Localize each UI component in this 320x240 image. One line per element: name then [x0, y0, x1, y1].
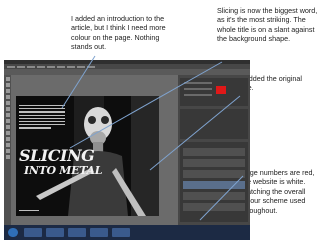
arrow-intro: [61, 55, 96, 109]
arrow-slicing: [69, 61, 223, 149]
arrow-readded: [149, 95, 241, 171]
callout-arrows: [61, 55, 244, 221]
arrow-page-numbers: [199, 175, 244, 221]
